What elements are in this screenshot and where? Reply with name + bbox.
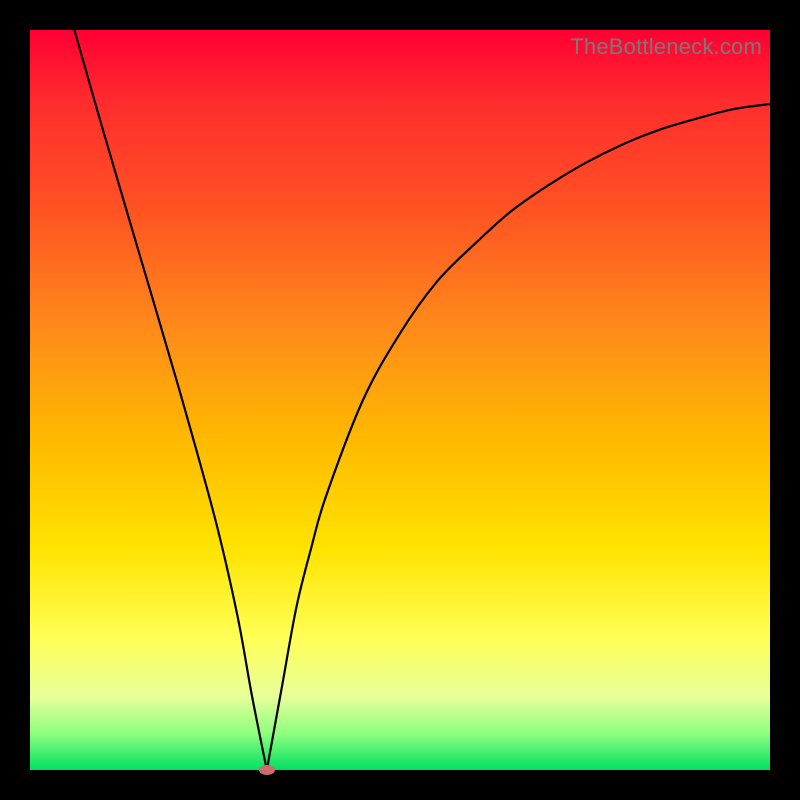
minimum-marker-icon: [259, 765, 275, 775]
chart-root: TheBottleneck.com: [0, 0, 800, 800]
curve-right-branch: [267, 104, 770, 770]
curve-left-branch: [74, 30, 266, 770]
plot-area: TheBottleneck.com: [30, 30, 770, 770]
curve-svg: [30, 30, 770, 770]
